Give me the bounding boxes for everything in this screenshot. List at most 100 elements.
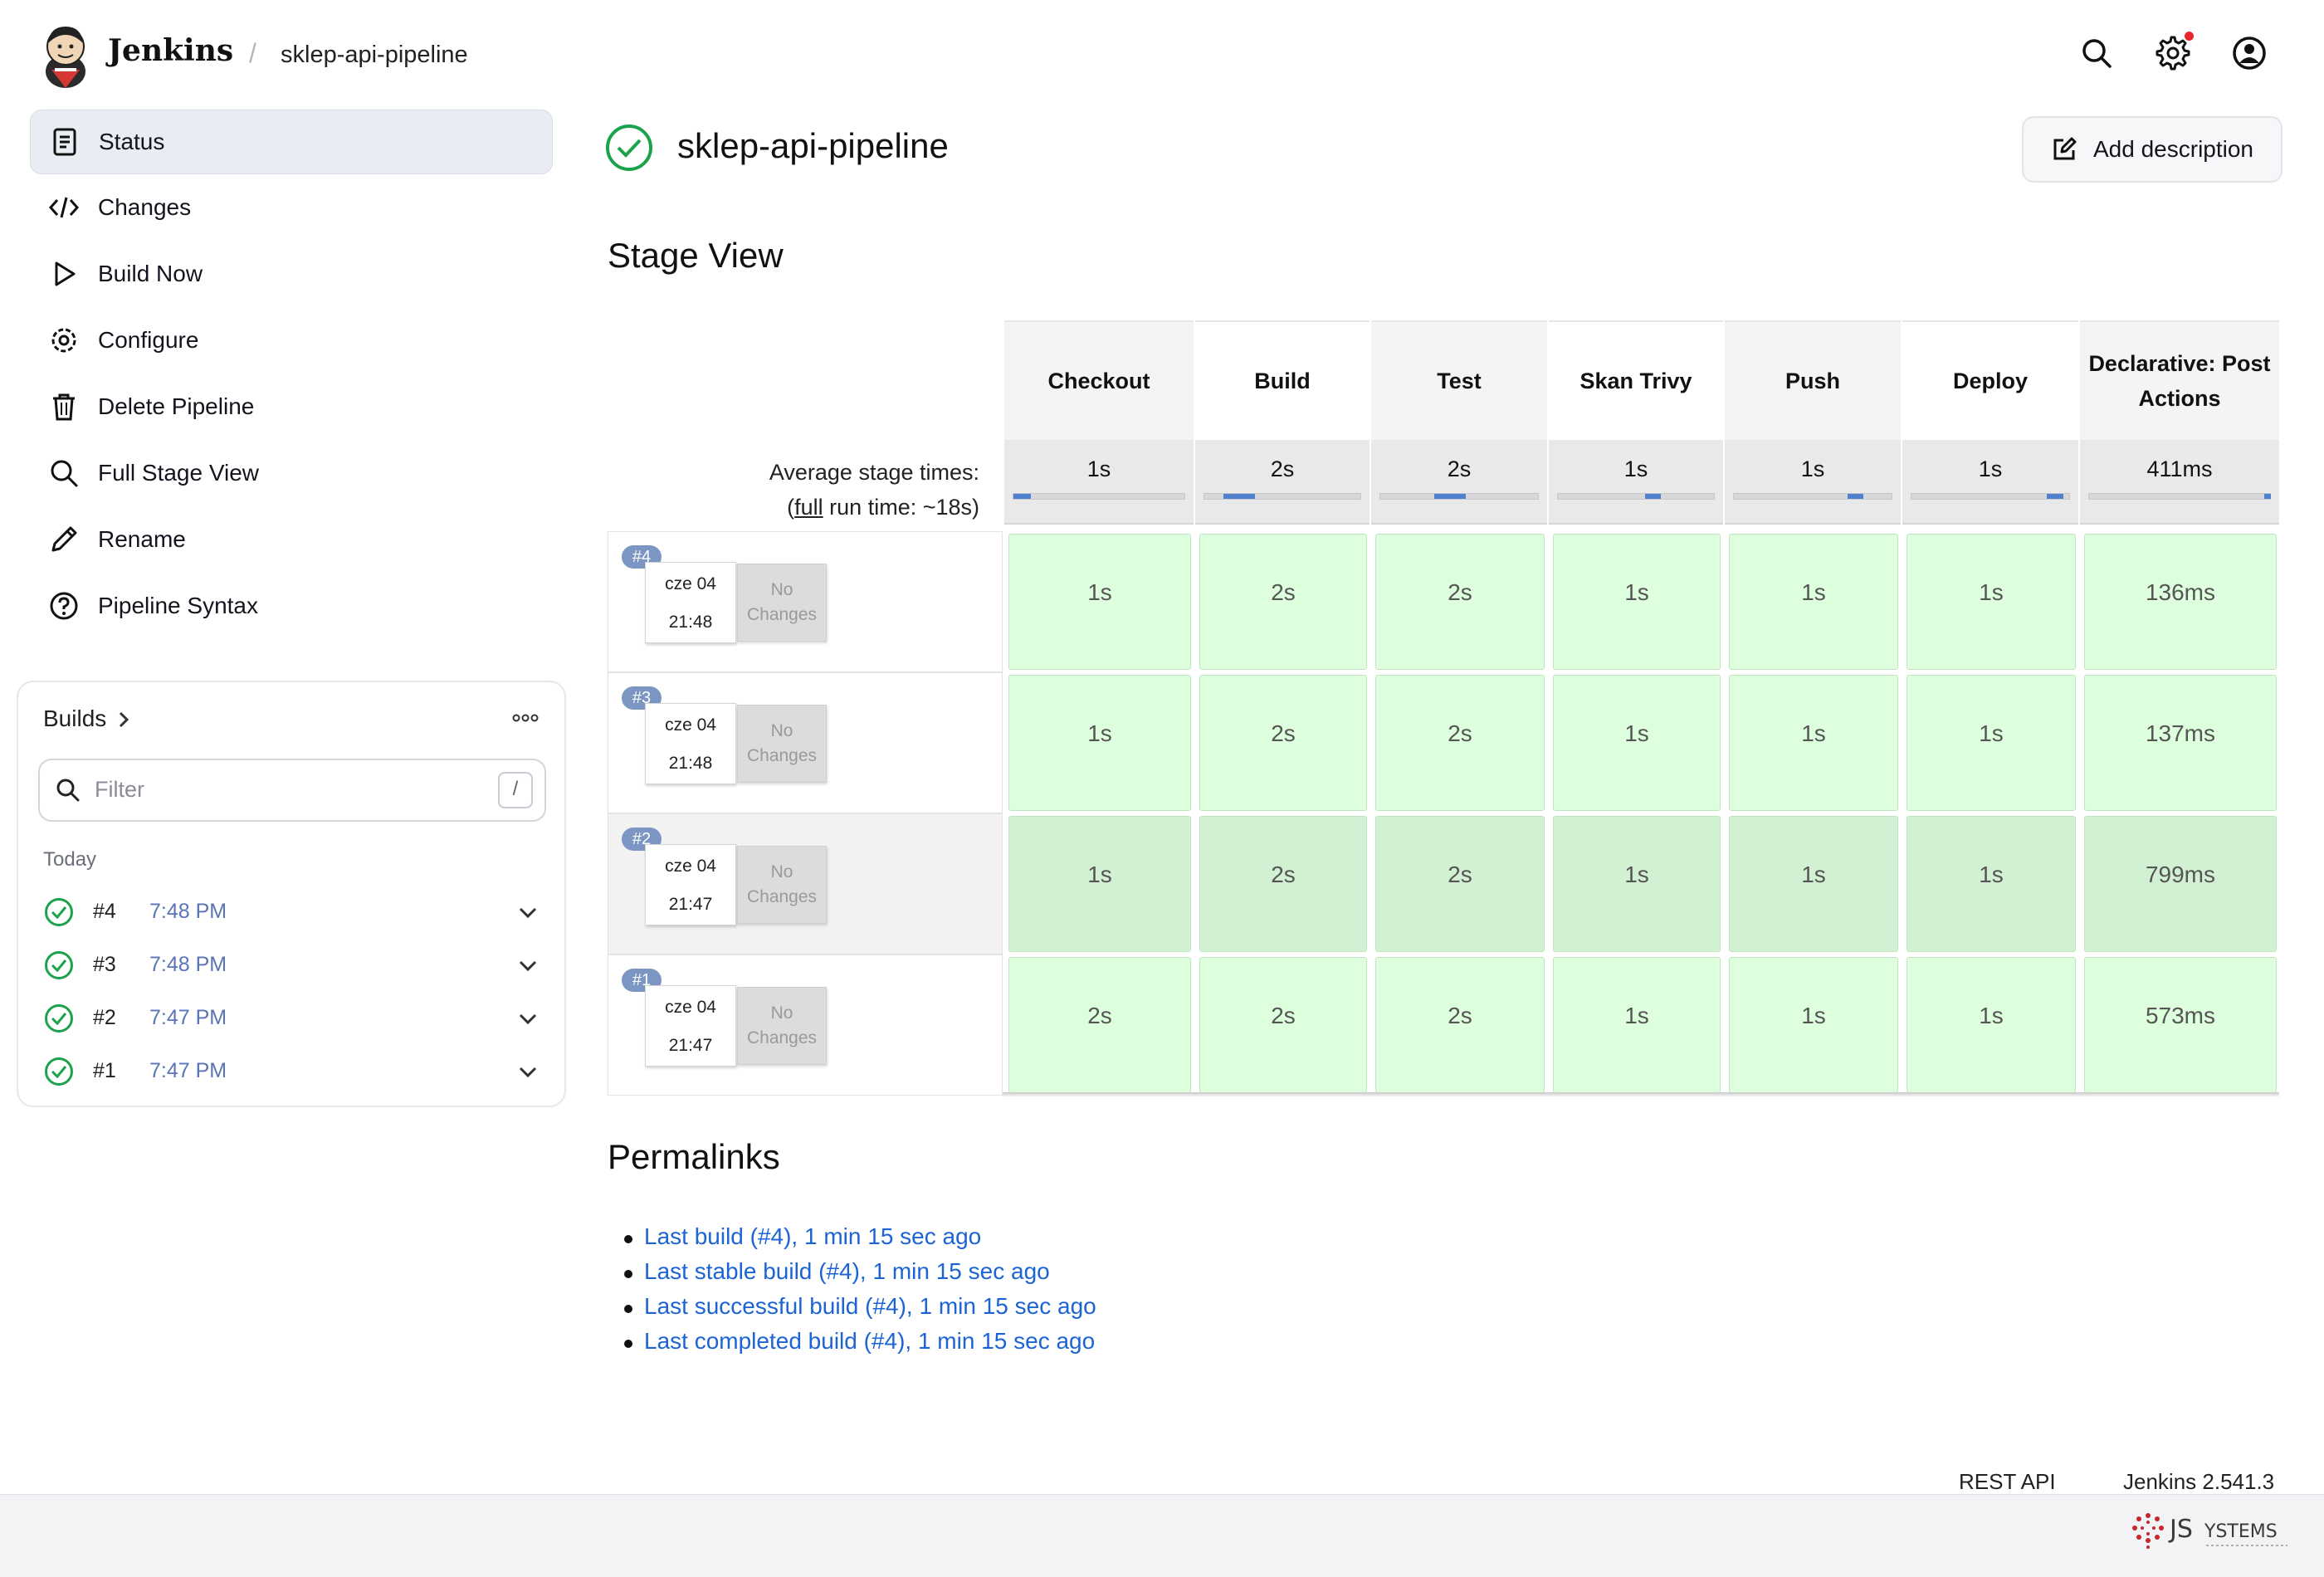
sidebar-item-changes[interactable]: Changes (30, 176, 551, 239)
sidebar-item-rename[interactable]: Rename (30, 508, 551, 571)
stage-average-time: 1s (1725, 440, 1901, 525)
stage-cell[interactable]: 1s (1729, 675, 1898, 811)
stage-header: Declarative: Post Actions (2080, 320, 2279, 440)
stage-cell[interactable]: 1s (1008, 534, 1191, 670)
build-number[interactable]: #3 (93, 953, 116, 977)
stage-cell-duration: 1s (1979, 720, 2004, 746)
stage-cell[interactable]: 573ms (2084, 957, 2277, 1093)
stage-cell[interactable]: 1s (1907, 957, 2076, 1093)
stage-cell-duration: 1s (1087, 720, 1112, 746)
builds-title[interactable]: Builds (43, 706, 106, 732)
stage-cell[interactable]: 799ms (2084, 816, 2277, 952)
sidebar-item-build-now[interactable]: Build Now (30, 242, 551, 305)
stage-cell[interactable]: 1s (1729, 534, 1898, 670)
stage-cell[interactable]: 2s (1199, 534, 1367, 670)
stage-average-value: 1s (1800, 456, 1825, 481)
stage-cell[interactable]: 1s (1907, 816, 2076, 952)
jenkins-logo-icon[interactable] (38, 20, 93, 90)
more-options-icon[interactable] (511, 710, 540, 725)
build-time[interactable]: 7:47 PM (149, 1006, 227, 1030)
permalink-last-stable-build[interactable]: Last stable build (#4), 1 min 15 sec ago (624, 1258, 1096, 1293)
build-list-item[interactable]: #3 7:48 PM (43, 945, 549, 986)
stage-average-time: 2s (1195, 440, 1370, 525)
stage-average-bar-fill (2264, 494, 2271, 499)
build-number[interactable]: #1 (93, 1059, 116, 1083)
chevron-down-icon[interactable] (516, 954, 540, 976)
stage-cell[interactable]: 2s (1008, 957, 1191, 1093)
stage-cell-duration: 1s (1801, 862, 1826, 887)
rest-api-link[interactable]: REST API (1959, 1469, 2056, 1495)
build-time[interactable]: 7:48 PM (149, 900, 227, 924)
stage-cell[interactable]: 1s (1729, 816, 1898, 952)
sidebar-item-status[interactable]: Status (30, 110, 553, 174)
stage-average-time: 1s (1902, 440, 2078, 525)
stage-cell[interactable]: 2s (1199, 675, 1367, 811)
stage-cell[interactable]: 1s (1553, 957, 1721, 1093)
average-stage-times-label: Average stage times: (full run time: ~18… (769, 455, 979, 525)
jenkins-version-link[interactable]: Jenkins 2.541.3 (2123, 1469, 2274, 1495)
permalink-last-completed-build[interactable]: Last completed build (#4), 1 min 15 sec … (624, 1328, 1096, 1363)
stage-cell-duration: 136ms (2145, 579, 2216, 605)
build-number[interactable]: #4 (93, 900, 116, 924)
sidebar-item-configure[interactable]: Configure (30, 309, 551, 372)
pencil-icon (48, 524, 80, 555)
run-changes-text: No Changes (746, 1003, 818, 1047)
stage-cell[interactable]: 2s (1375, 675, 1545, 811)
run-changes-box: No Changes (737, 705, 827, 783)
breadcrumb-job[interactable]: sklep-api-pipeline (281, 42, 468, 69)
build-time[interactable]: 7:47 PM (149, 1059, 227, 1083)
sidebar-item-delete-pipeline[interactable]: Delete Pipeline (30, 375, 551, 438)
stage-cell-duration: 2s (1448, 1003, 1472, 1028)
chevron-right-icon[interactable] (115, 709, 133, 730)
stage-cell[interactable]: 1s (1907, 675, 2076, 811)
sidebar-item-full-stage-view[interactable]: Full Stage View (30, 442, 551, 505)
build-time[interactable]: 7:48 PM (149, 953, 227, 977)
stage-cell[interactable]: 2s (1375, 534, 1545, 670)
build-list-item[interactable]: #1 7:47 PM (43, 1051, 549, 1092)
stage-cell[interactable]: 1s (1553, 816, 1721, 952)
stage-cell[interactable]: 2s (1375, 816, 1545, 952)
stage-cell[interactable]: 1s (1553, 534, 1721, 670)
build-number[interactable]: #2 (93, 1006, 116, 1030)
sidebar-item-label: Configure (98, 327, 199, 353)
stage-average-bar (2088, 493, 2271, 500)
stage-cell[interactable]: 2s (1199, 816, 1367, 952)
stage-cell[interactable]: 1s (1729, 957, 1898, 1093)
permalink-last-successful-build[interactable]: Last successful build (#4), 1 min 15 sec… (624, 1293, 1096, 1328)
build-list-item[interactable]: #4 7:48 PM (43, 891, 549, 933)
stage-header: Skan Trivy (1549, 320, 1723, 440)
user-icon[interactable] (2231, 35, 2268, 71)
sidebar-item-label: Changes (98, 194, 192, 220)
permalink-last-build[interactable]: Last build (#4), 1 min 15 sec ago (624, 1223, 1096, 1258)
stage-cell[interactable]: 2s (1199, 957, 1367, 1093)
stage-cell-duration: 1s (1087, 579, 1112, 605)
stage-cell[interactable]: 137ms (2084, 675, 2277, 811)
stage-average-bar-fill (1847, 494, 1864, 499)
stage-cell[interactable]: 1s (1553, 675, 1721, 811)
gear-icon[interactable] (2155, 35, 2191, 71)
run-time-prefix: ( (787, 495, 795, 520)
chevron-down-icon[interactable] (516, 901, 540, 923)
stage-cell-duration: 2s (1448, 720, 1472, 746)
stage-header: Test (1371, 320, 1547, 440)
chevron-down-icon[interactable] (516, 1061, 540, 1082)
stage-cell[interactable]: 2s (1375, 957, 1545, 1093)
sidebar-item-pipeline-syntax[interactable]: Pipeline Syntax (30, 574, 551, 637)
full-link[interactable]: full (794, 495, 823, 520)
stage-cell[interactable]: 1s (1008, 816, 1191, 952)
stage-cell-duration: 799ms (2145, 862, 2216, 887)
chevron-down-icon[interactable] (516, 1008, 540, 1029)
jenkins-brand[interactable]: Jenkins (108, 33, 233, 68)
stage-cell-duration: 1s (1087, 862, 1112, 887)
build-list-item[interactable]: #2 7:47 PM (43, 998, 549, 1039)
success-icon (604, 123, 654, 173)
top-bar: Jenkins / sklep-api-pipeline (0, 0, 2324, 108)
builds-filter-input[interactable]: Filter / (38, 759, 546, 822)
add-description-button[interactable]: Add description (2022, 116, 2282, 183)
stage-cell[interactable]: 1s (1008, 675, 1191, 811)
run-date: cze 04 (665, 998, 716, 1017)
add-description-label: Add description (2093, 136, 2254, 162)
stage-cell[interactable]: 1s (1907, 534, 2076, 670)
stage-cell[interactable]: 136ms (2084, 534, 2277, 670)
search-icon[interactable] (2078, 35, 2115, 71)
